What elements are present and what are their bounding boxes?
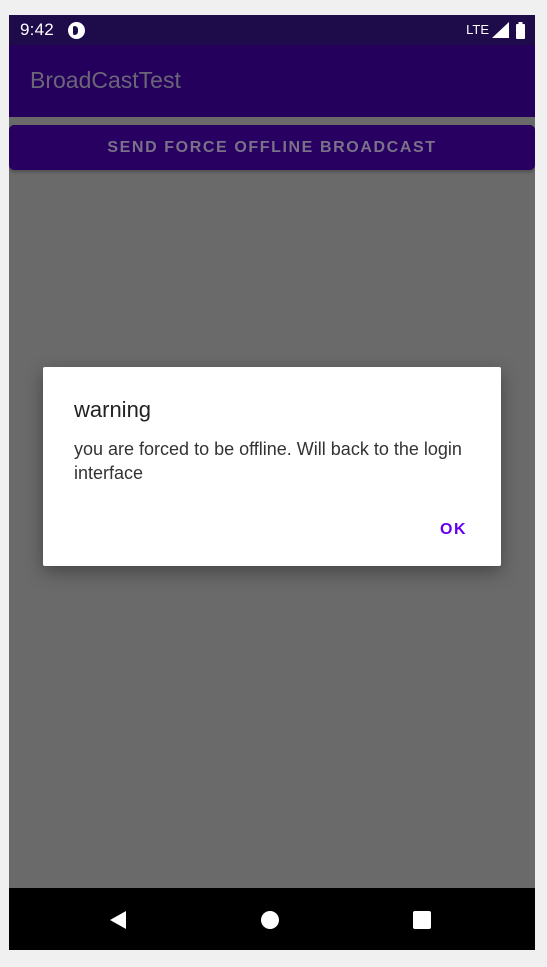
send-button-label: SEND FORCE OFFLINE BROADCAST bbox=[107, 138, 437, 156]
back-icon[interactable] bbox=[108, 910, 128, 930]
home-icon[interactable] bbox=[261, 911, 279, 929]
navigation-bar bbox=[9, 888, 535, 950]
dialog-message: you are forced to be offline. Will back … bbox=[74, 439, 462, 483]
device-screen: 9:42 LTE BroadCastTest SEND FORCE OFFLIN… bbox=[9, 15, 535, 950]
battery-icon bbox=[516, 21, 525, 39]
ok-button[interactable]: OK bbox=[440, 521, 467, 539]
app-bar: BroadCastTest bbox=[9, 45, 535, 117]
status-time: 9:42 bbox=[20, 20, 54, 39]
signal-icon bbox=[492, 22, 509, 38]
app-notification-icon bbox=[68, 22, 85, 39]
network-type: LTE bbox=[466, 22, 489, 37]
send-force-offline-button[interactable]: SEND FORCE OFFLINE BROADCAST bbox=[9, 125, 535, 170]
dialog-title: warning bbox=[74, 397, 152, 422]
status-indicators: LTE bbox=[466, 21, 525, 39]
app-title: BroadCastTest bbox=[30, 67, 181, 93]
status-bar: 9:42 LTE bbox=[9, 15, 535, 45]
recents-icon[interactable] bbox=[413, 911, 431, 929]
warning-dialog: warning you are forced to be offline. Wi… bbox=[43, 367, 501, 566]
